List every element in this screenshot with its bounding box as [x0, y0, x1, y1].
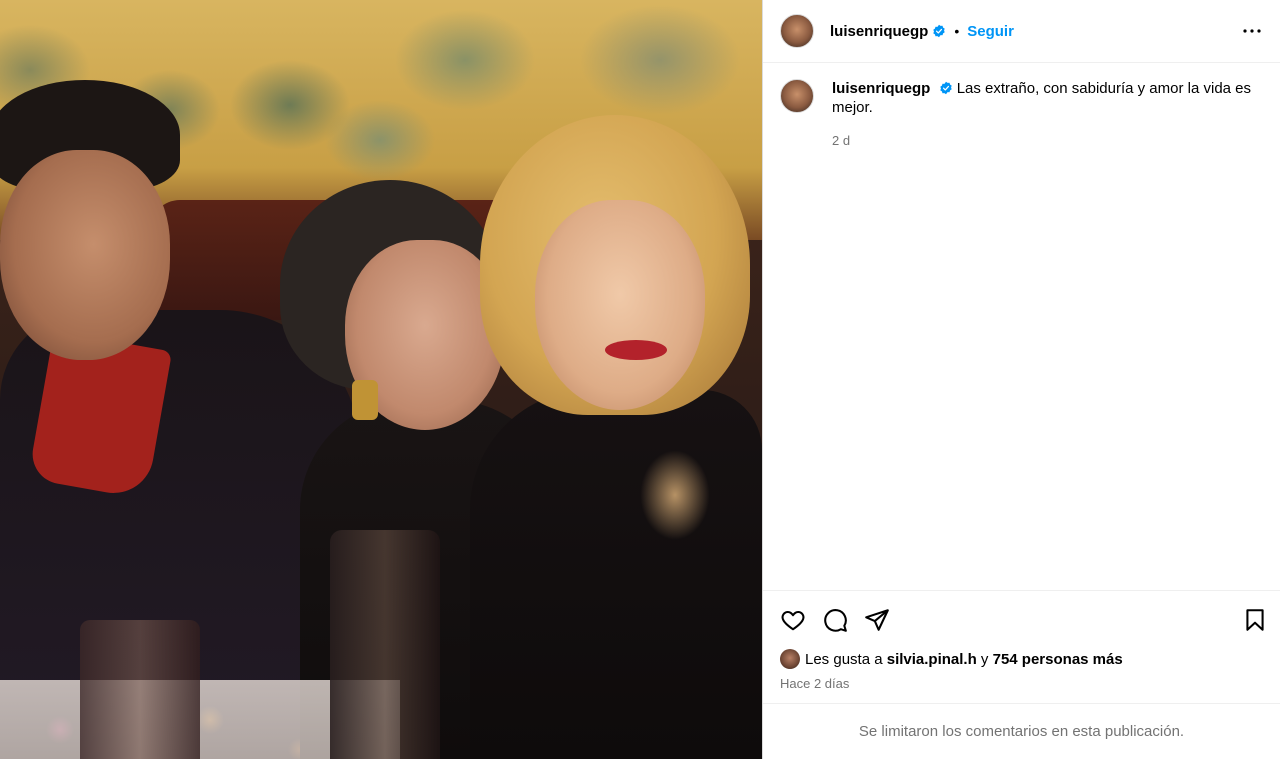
action-bar	[763, 590, 1280, 648]
instagram-post: luisenriquegp • Seguir luisenriquegp Las…	[0, 0, 1280, 759]
header-separator: •	[954, 23, 960, 39]
caption-username[interactable]: luisenriquegp	[832, 80, 930, 97]
likes-summary: Les gusta a silvia.pinal.h y 754 persona…	[763, 648, 1280, 670]
photo-person-right-body	[470, 390, 762, 759]
follow-button[interactable]: Seguir	[967, 23, 1014, 40]
likes-prefix: Les gusta a	[805, 650, 887, 668]
caption-age[interactable]: 2 d	[832, 131, 1263, 150]
caption-author-avatar[interactable]	[780, 79, 814, 113]
comment-icon[interactable]	[822, 607, 848, 633]
comments-area: luisenriquegp Las extraño, con sabiduría…	[763, 63, 1280, 590]
likes-joiner: y	[976, 650, 993, 668]
liker-username[interactable]: silvia.pinal.h	[887, 651, 977, 668]
photo-glass-center	[330, 530, 440, 759]
caption-body: luisenriquegp Las extraño, con sabiduría…	[832, 79, 1263, 150]
post-date[interactable]: Hace 2 días	[763, 670, 1280, 703]
author-username[interactable]: luisenriquegp	[830, 23, 928, 40]
verified-badge-icon	[939, 81, 952, 95]
more-options-icon[interactable]	[1240, 19, 1264, 43]
caption-row: luisenriquegp Las extraño, con sabiduría…	[780, 79, 1263, 150]
post-header: luisenriquegp • Seguir	[763, 0, 1280, 63]
photo-person-left-face	[0, 150, 170, 360]
share-icon[interactable]	[864, 607, 890, 633]
verified-badge-icon	[933, 24, 946, 38]
likes-others-link[interactable]: 754 personas más	[993, 651, 1123, 668]
post-side-panel: luisenriquegp • Seguir luisenriquegp Las…	[762, 0, 1280, 759]
photo-earring	[352, 380, 378, 420]
post-photo[interactable]	[0, 0, 762, 759]
author-avatar[interactable]	[780, 14, 814, 48]
liker-avatar[interactable]	[780, 649, 800, 669]
heart-icon[interactable]	[780, 607, 806, 633]
photo-red-lips	[605, 340, 667, 360]
photo-glass-left	[80, 620, 200, 759]
comments-limited-notice: Se limitaron los comentarios en esta pub…	[763, 703, 1280, 759]
photo-necklace	[640, 450, 710, 540]
photo-person-right-face	[535, 200, 705, 410]
bookmark-icon[interactable]	[1242, 607, 1268, 633]
